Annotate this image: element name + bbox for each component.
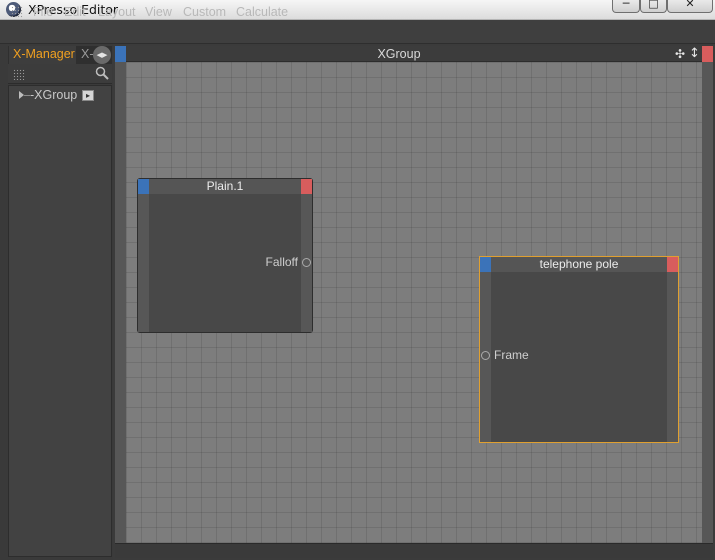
panel-grip-icon[interactable] bbox=[13, 69, 25, 80]
menu-layout[interactable]: Layout bbox=[98, 5, 136, 19]
node-plain-input-port-icon[interactable] bbox=[138, 179, 149, 194]
xgroup-input-column bbox=[115, 62, 126, 543]
frame-port-circle-icon[interactable] bbox=[481, 351, 490, 360]
search-icon[interactable] bbox=[95, 66, 109, 80]
node-pole-input-port-icon[interactable] bbox=[480, 257, 491, 272]
frame-port-label: Frame bbox=[494, 348, 529, 362]
resize-icon[interactable]: ↕ bbox=[688, 47, 701, 61]
xgroup-output-port-icon[interactable] bbox=[702, 46, 713, 62]
menu-grip-icon[interactable] bbox=[11, 6, 23, 18]
xgroup-output-column bbox=[702, 62, 713, 543]
move-icon[interactable]: ✣ bbox=[673, 47, 687, 61]
tab-x-manager[interactable]: X-Manager bbox=[9, 46, 76, 64]
xgroup-node-icon[interactable]: ▸ bbox=[82, 90, 94, 101]
tab-scroll-arrows-icon[interactable]: ◀▶ bbox=[93, 46, 111, 64]
node-plain-title[interactable]: Plain.1 bbox=[138, 179, 312, 194]
menu-edit[interactable]: Edit bbox=[64, 5, 86, 19]
node-plain-input-column bbox=[138, 194, 149, 332]
menu-view[interactable]: View bbox=[145, 5, 172, 19]
xgroup-input-port-icon[interactable] bbox=[115, 46, 126, 62]
node-telephone-pole-title[interactable]: telephone pole bbox=[480, 257, 678, 272]
xgroup-title: XGroup bbox=[377, 47, 421, 61]
menu-custom[interactable]: Custom bbox=[183, 5, 226, 19]
editor-status-bar bbox=[115, 543, 713, 558]
node-tree bbox=[8, 85, 112, 557]
node-pole-output-column bbox=[667, 272, 678, 442]
menu-file[interactable]: File bbox=[33, 5, 53, 19]
minimize-button[interactable]: ─ bbox=[612, 0, 640, 13]
node-plain-output-port-icon[interactable] bbox=[301, 179, 312, 194]
maximize-button[interactable]: □ bbox=[640, 0, 667, 13]
tree-item-xgroup[interactable]: -XGroup bbox=[30, 88, 77, 102]
close-button[interactable]: ✕ bbox=[667, 0, 713, 13]
falloff-port-circle-icon[interactable] bbox=[302, 258, 311, 267]
menu-calculate[interactable]: Calculate bbox=[236, 5, 288, 19]
menu-bar bbox=[0, 20, 715, 44]
tab-x-pool[interactable]: X- bbox=[78, 46, 94, 64]
falloff-port-label: Falloff bbox=[265, 255, 298, 269]
node-pole-output-port-icon[interactable] bbox=[667, 257, 678, 272]
